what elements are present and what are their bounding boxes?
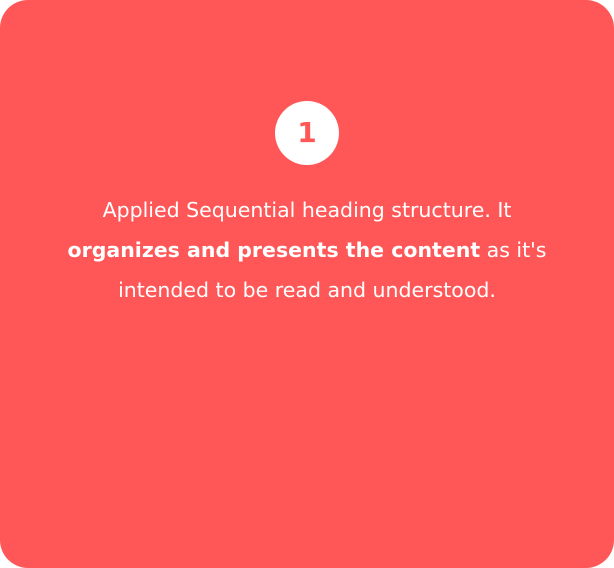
description-line-1: Applied Sequential heading structure. It bbox=[102, 198, 512, 222]
description-emphasis: organizes and presents the content bbox=[67, 238, 481, 262]
feature-card: 1 Applied Sequential heading structure. … bbox=[0, 0, 614, 568]
description-line-3: intended to be read and understood. bbox=[118, 278, 496, 302]
description-after-emphasis: as it's bbox=[480, 238, 547, 262]
step-number: 1 bbox=[297, 116, 317, 149]
feature-description: Applied Sequential heading structure. It… bbox=[30, 190, 584, 310]
step-number-badge: 1 bbox=[275, 101, 339, 165]
